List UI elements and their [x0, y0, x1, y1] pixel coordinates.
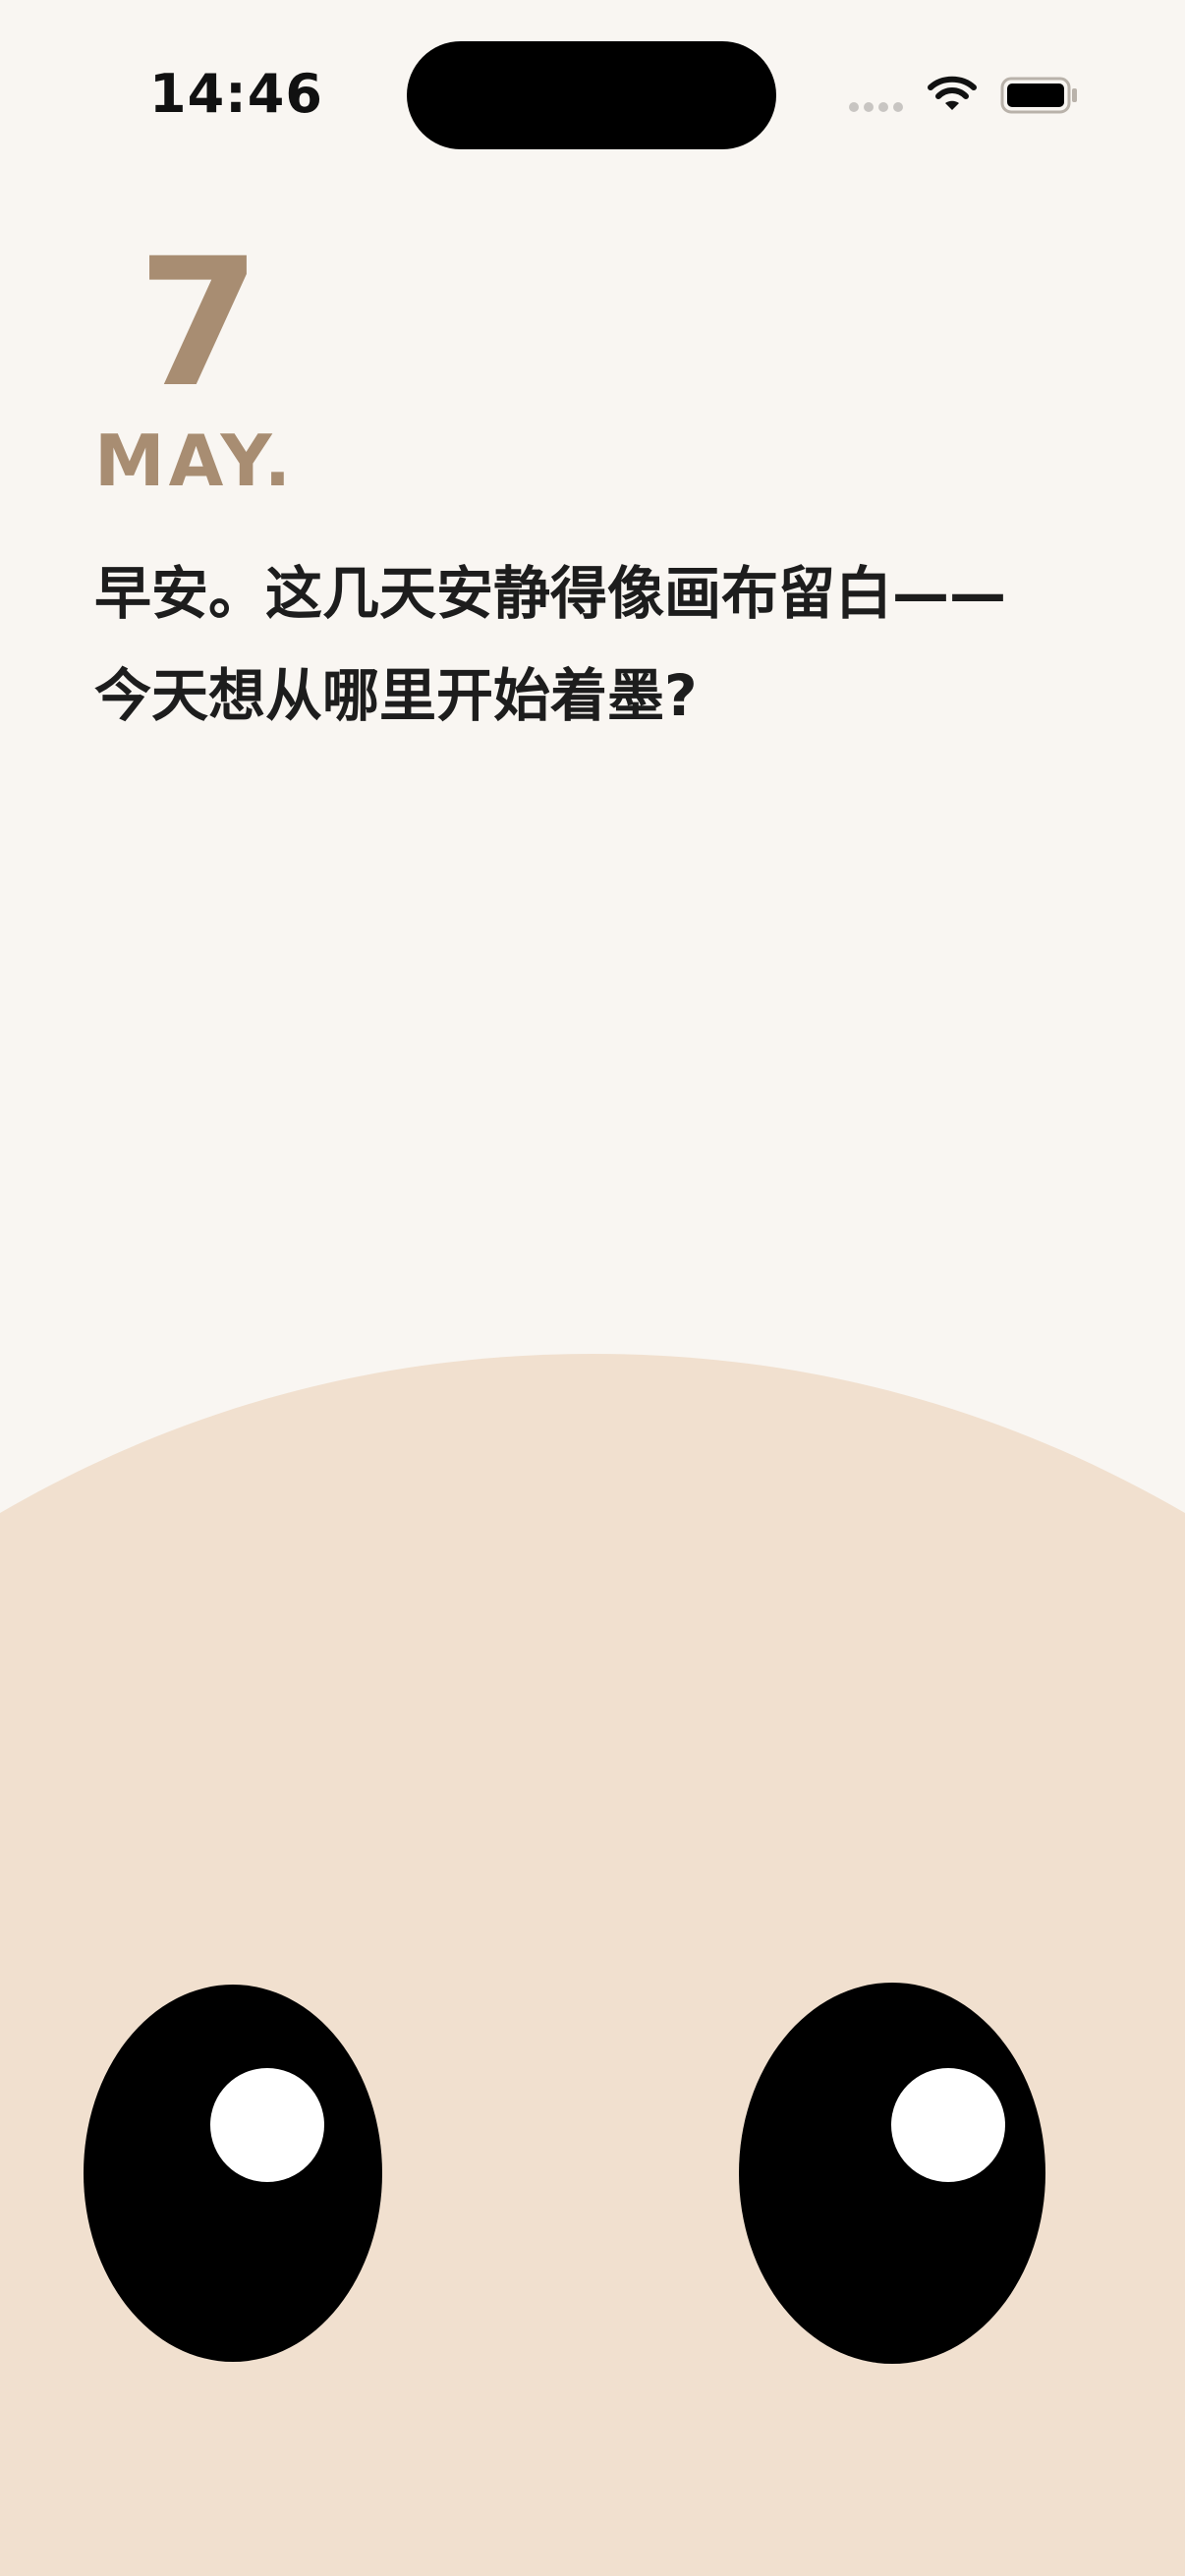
wifi-icon	[928, 76, 977, 110]
greeting-line-1: 早安。这几天安静得像画布留白——	[94, 560, 1007, 627]
face-shape	[0, 1354, 1185, 2576]
right-eye-highlight	[891, 2068, 1005, 2182]
left-eye-highlight	[210, 2068, 324, 2182]
right-eye	[739, 1983, 1045, 2364]
status-time: 14:46	[149, 63, 323, 125]
greeting-message: 早安。这几天安静得像画布留白—— 今天想从哪里开始着墨?	[94, 542, 1106, 747]
battery-icon	[1000, 77, 1077, 114]
cellular-signal-icon	[849, 102, 908, 114]
greeting-line-2: 今天想从哪里开始着墨?	[94, 662, 698, 729]
month-label: MAY.	[94, 420, 296, 502]
left-eye	[84, 1985, 382, 2362]
day-number: 7	[138, 221, 261, 426]
status-bar: 14:46	[0, 0, 1185, 187]
date-display: 7 MAY.	[94, 221, 487, 503]
dynamic-island	[407, 41, 776, 149]
